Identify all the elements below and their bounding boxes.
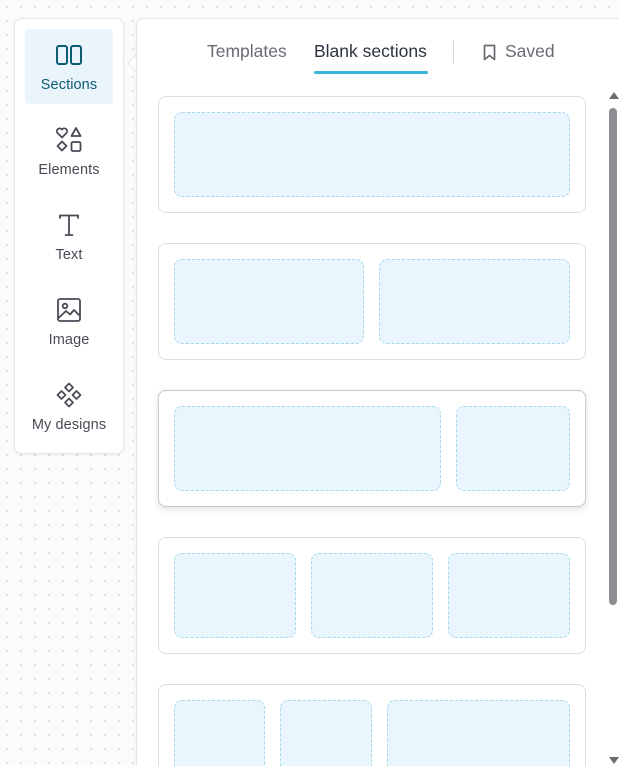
section-three-columns[interactable] [158, 537, 586, 654]
sidebar-item-sections[interactable]: Sections [25, 29, 113, 104]
column-placeholder [387, 700, 570, 766]
tab-divider [453, 41, 454, 63]
text-icon [54, 210, 84, 240]
elements-icon [54, 125, 84, 155]
panel-scrollbar[interactable] [607, 88, 619, 766]
bookmark-icon[interactable] [483, 44, 496, 66]
blank-sections-panel: Templates Blank sections Saved [136, 18, 619, 766]
active-tab-indicator [314, 71, 428, 74]
sidebar-item-label: Sections [40, 77, 98, 93]
sidebar-item-label: Text [55, 247, 83, 263]
sidebar-item-label: Elements [38, 162, 100, 178]
column-placeholder [174, 553, 296, 638]
column-placeholder [448, 553, 570, 638]
column-placeholder [174, 112, 570, 197]
sidebar-item-my-designs[interactable]: My designs [25, 369, 113, 444]
section-one-column[interactable] [158, 96, 586, 213]
tab-saved[interactable]: Saved [505, 41, 555, 62]
sidebar-item-label: Image [48, 332, 90, 348]
section-three-columns-narrow-narrow-wide[interactable] [158, 684, 586, 766]
column-placeholder [174, 700, 265, 766]
column-placeholder [174, 259, 364, 344]
sidebar-item-elements[interactable]: Elements [25, 114, 113, 189]
column-placeholder [280, 700, 372, 766]
scroll-up-arrow-icon[interactable] [609, 92, 619, 99]
scroll-down-arrow-icon[interactable] [609, 757, 619, 764]
column-placeholder [379, 259, 570, 344]
section-two-columns-wide-narrow[interactable] [158, 390, 586, 507]
panel-tabs: Templates Blank sections Saved [137, 19, 619, 77]
column-placeholder [311, 553, 433, 638]
sidebar-item-text[interactable]: Text [25, 199, 113, 274]
tab-templates[interactable]: Templates [207, 41, 287, 62]
image-icon [54, 295, 84, 325]
sidebar-item-label: My designs [31, 417, 107, 433]
tab-blank-sections[interactable]: Blank sections [314, 41, 427, 62]
scrollbar-thumb[interactable] [609, 108, 617, 605]
column-placeholder [456, 406, 570, 491]
section-two-columns[interactable] [158, 243, 586, 360]
column-placeholder [174, 406, 441, 491]
sections-icon [54, 40, 84, 70]
my-designs-icon [54, 380, 84, 410]
sidebar-item-image[interactable]: Image [25, 284, 113, 359]
left-sidebar: Sections Elements Text Image My designs [14, 18, 124, 454]
